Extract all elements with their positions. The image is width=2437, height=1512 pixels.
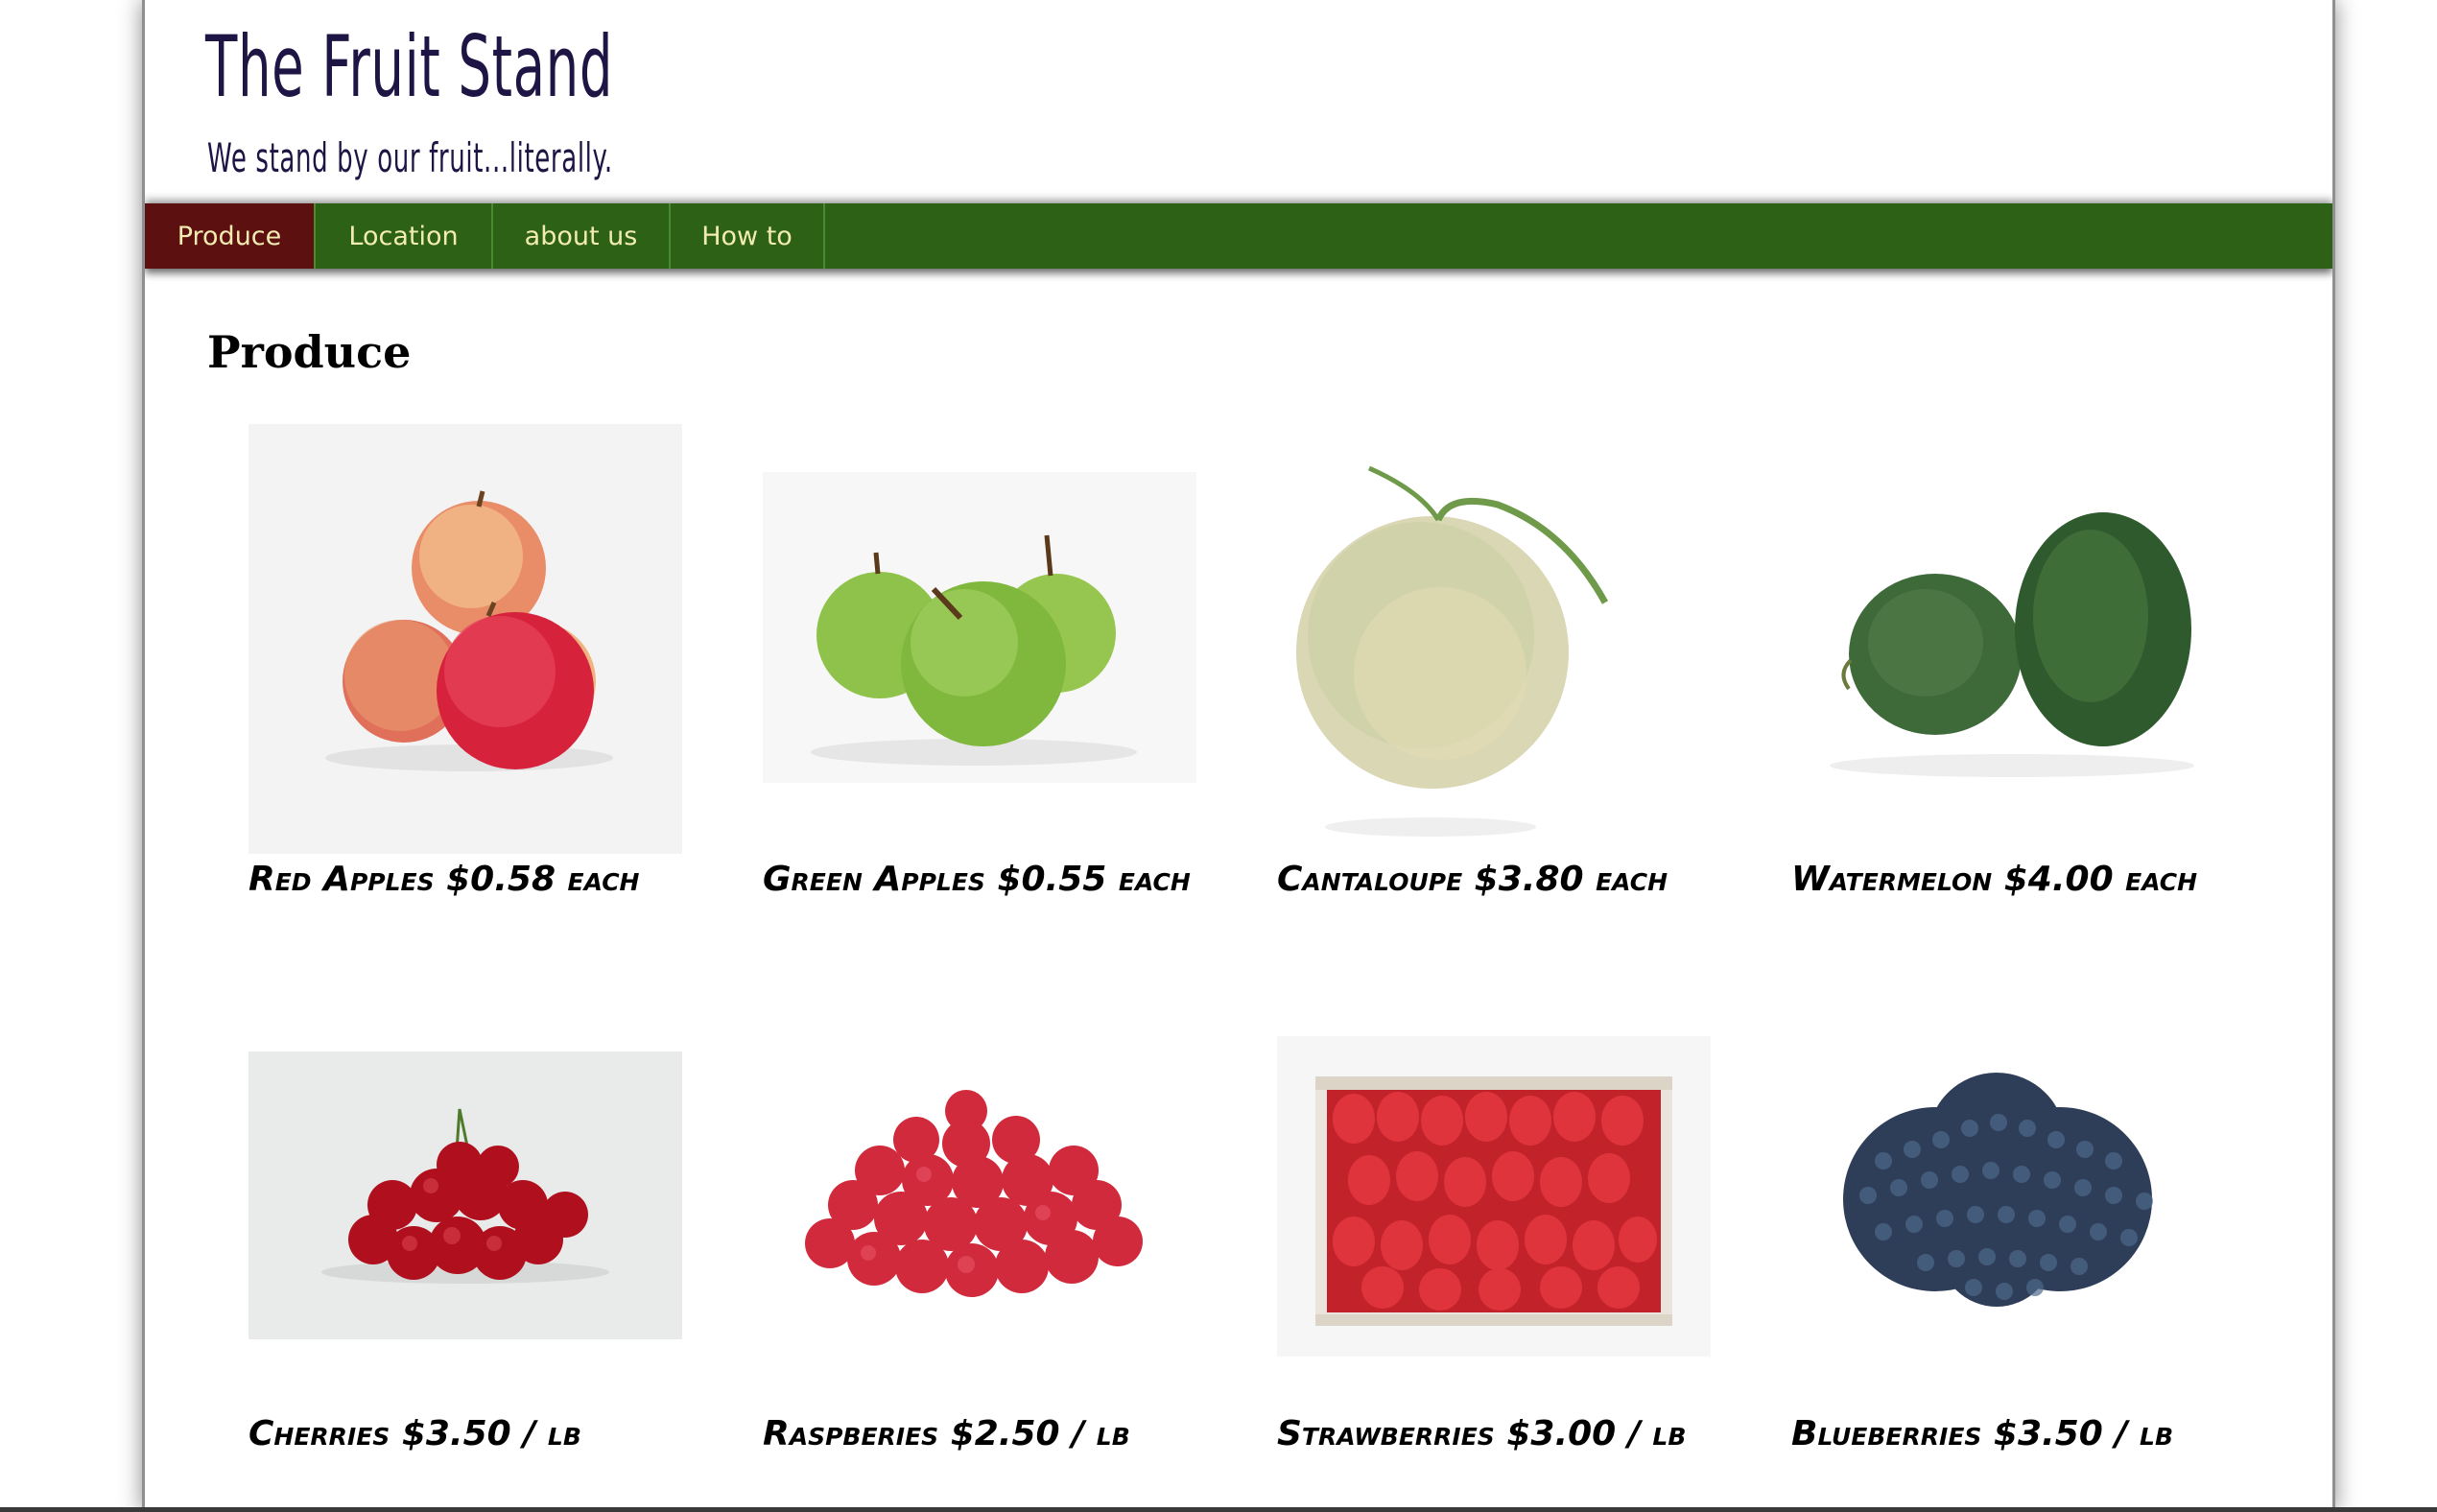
product-label: Cantaloupe $3.80 each: [1277, 860, 1668, 899]
red-apples-image[interactable]: [248, 424, 682, 854]
cherries-image[interactable]: [248, 1051, 682, 1339]
strawberries-image[interactable]: [1277, 1036, 1711, 1357]
blueberries-image[interactable]: [1791, 1036, 2225, 1343]
site-header: The Fruit Stand We stand by our fruit...…: [145, 0, 2332, 201]
site-tagline: We stand by our fruit...literally.: [207, 134, 613, 181]
product-label: Green Apples $0.55 each: [763, 860, 1191, 899]
watermelon-image[interactable]: [1791, 472, 2225, 796]
page-container: The Fruit Stand We stand by our fruit...…: [142, 0, 2335, 1512]
product-label: Raspberies $2.50 / lb: [763, 1414, 1130, 1453]
product-label: Watermelon $4.00 each: [1791, 860, 2198, 899]
page-heading: Produce: [207, 326, 412, 378]
window-bottom-edge: [0, 1507, 2437, 1512]
product-label: Red Apples $0.58 each: [248, 860, 640, 899]
green-apples-image[interactable]: [763, 472, 1196, 783]
cantaloupe-image[interactable]: [1277, 424, 1711, 846]
nav-item-about-us[interactable]: about us: [493, 203, 671, 269]
site-title[interactable]: The Fruit Stand: [205, 17, 613, 116]
main-navigation: Produce Location about us How to: [145, 203, 2332, 269]
product-label: Strawberries $3.00 / lb: [1277, 1414, 1687, 1453]
nav-item-location[interactable]: Location: [316, 203, 493, 269]
nav-item-how-to[interactable]: How to: [671, 203, 825, 269]
nav-item-produce[interactable]: Produce: [145, 203, 316, 269]
raspberries-image[interactable]: [763, 1036, 1196, 1343]
product-label: Blueberries $3.50 / lb: [1791, 1414, 2174, 1453]
product-label: Cherries $3.50 / lb: [248, 1414, 581, 1453]
